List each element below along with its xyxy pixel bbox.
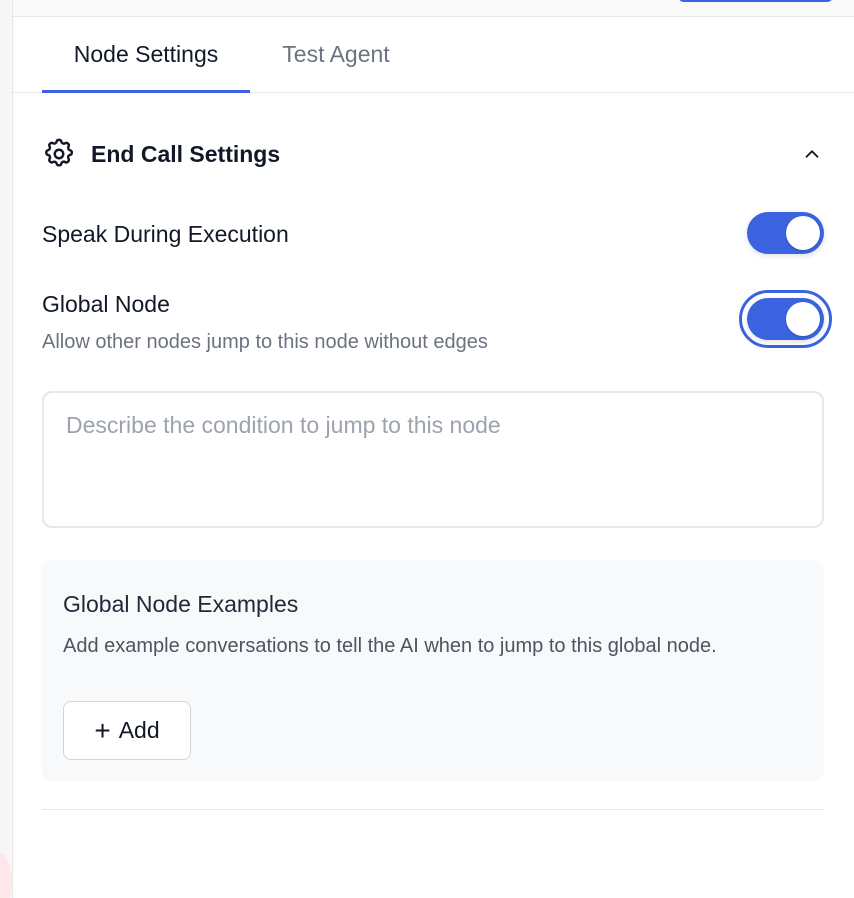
global-node-examples-panel: Global Node Examples Add example convers…: [42, 560, 824, 781]
section-divider: [42, 809, 824, 810]
tab-node-settings[interactable]: Node Settings: [42, 17, 250, 93]
global-node-condition-input[interactable]: [42, 391, 824, 528]
global-node-toggle[interactable]: [747, 298, 824, 340]
tab-node-settings-label: Node Settings: [73, 41, 219, 67]
global-node-label: Global Node: [42, 291, 170, 317]
add-example-button[interactable]: + Add: [63, 701, 191, 760]
canvas-node-fragment: [0, 852, 12, 898]
section-title: End Call Settings: [91, 140, 281, 167]
end-call-settings-header[interactable]: End Call Settings: [42, 132, 826, 176]
speak-during-execution-label: Speak During Execution: [42, 221, 289, 247]
toggle-knob: [786, 216, 820, 250]
tab-bar: Node Settings Test Agent: [13, 17, 854, 93]
examples-title: Global Node Examples: [63, 591, 299, 617]
chevron-up-icon[interactable]: [798, 140, 826, 168]
add-example-label: Add: [118, 717, 160, 743]
speak-during-execution-toggle[interactable]: [747, 212, 824, 254]
top-button-edge[interactable]: [678, 0, 833, 2]
gear-icon: [45, 138, 74, 167]
canvas-edge: [0, 0, 13, 898]
node-settings-panel: Node Settings Test Agent End Call Settin…: [0, 0, 854, 898]
tab-test-agent-label: Test Agent: [282, 41, 390, 67]
tab-test-agent[interactable]: Test Agent: [265, 17, 407, 92]
plus-icon: +: [94, 714, 111, 746]
toggle-knob: [786, 302, 820, 336]
top-bar: [13, 0, 854, 17]
examples-description: Add example conversations to tell the AI…: [63, 635, 717, 657]
global-node-description: Allow other nodes jump to this node with…: [42, 331, 488, 353]
